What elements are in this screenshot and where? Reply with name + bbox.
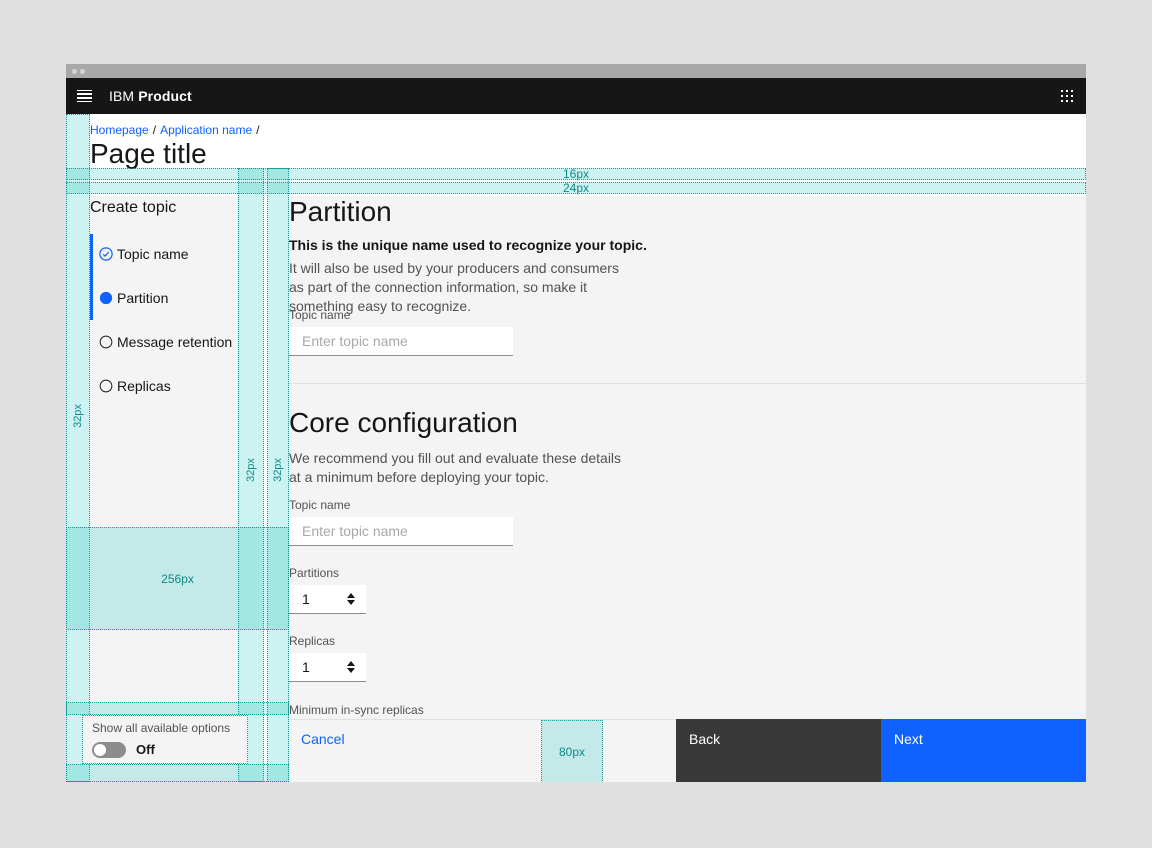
replicas-label: Replicas — [289, 634, 335, 648]
section-heading-core-configuration: Core configuration — [289, 407, 518, 439]
number-stepper[interactable] — [347, 593, 355, 605]
step-label: Topic name — [117, 246, 189, 262]
next-button[interactable]: Next — [881, 719, 1086, 782]
spec-gutter-left-32px: 32px — [66, 114, 90, 782]
decrement-icon[interactable] — [347, 668, 355, 673]
step-complete-icon — [99, 247, 113, 261]
core-body-text: We recommend you fill out and evaluate t… — [289, 449, 634, 487]
wizard-sidebar: Create topic Topic name Partition — [90, 196, 240, 782]
menu-icon[interactable] — [77, 90, 92, 103]
screen: IBM Product Homepage / Application name / P… — [0, 0, 1152, 848]
core-topic-name-input[interactable] — [289, 517, 513, 546]
partitions-label: Partitions — [289, 566, 339, 580]
topic-name-input[interactable] — [289, 327, 513, 356]
toggle-state-label: Off — [136, 742, 155, 757]
brand-product: Product — [138, 88, 192, 104]
breadcrumb-separator: / — [256, 123, 259, 137]
window-dot-icon — [72, 69, 77, 74]
progress-step-topic-name[interactable]: Topic name — [90, 232, 240, 276]
app-window: IBM Product Homepage / Application name / P… — [66, 64, 1086, 782]
page-title: Page title — [90, 138, 207, 170]
spec-label-16px: 16px — [563, 168, 589, 180]
step-current-icon — [99, 291, 113, 305]
progress-indicator: Topic name Partition Message retention — [90, 232, 240, 408]
progress-step-replicas[interactable]: Replicas — [90, 364, 240, 408]
spec-band-16px: 16px — [66, 168, 1086, 180]
action-bar: Cancel 80px Back Next — [288, 719, 1086, 782]
increment-icon[interactable] — [347, 593, 355, 598]
core-topic-name-label: Topic name — [289, 498, 350, 512]
increment-icon[interactable] — [347, 661, 355, 666]
step-label: Message retention — [117, 334, 232, 350]
app-switcher-icon[interactable] — [1061, 90, 1074, 103]
step-label: Replicas — [117, 378, 171, 394]
brand-title: IBM Product — [109, 88, 192, 104]
breadcrumb-separator: / — [153, 123, 156, 137]
spec-label-32px: 32px — [245, 458, 257, 482]
cancel-button[interactable]: Cancel — [301, 731, 345, 747]
spec-label-32px: 32px — [272, 458, 284, 482]
spec-gutter-right-32px: 32px — [267, 168, 289, 782]
wizard-title: Create topic — [90, 199, 240, 217]
progress-step-partition[interactable]: Partition — [90, 276, 240, 320]
brand-prefix: IBM — [109, 88, 134, 104]
toggle-knob — [94, 744, 106, 756]
breadcrumb-link-application[interactable]: Application name — [160, 123, 252, 137]
step-label: Partition — [117, 290, 168, 306]
topic-name-label: Topic name — [289, 308, 350, 322]
page-body: Homepage / Application name / Page title Cr… — [66, 114, 1086, 782]
step-incomplete-icon — [99, 335, 113, 349]
min-insync-replicas-label: Minimum in-sync replicas — [289, 703, 424, 717]
spec-label-32px: 32px — [72, 404, 84, 428]
show-options-box: Show all available options Off — [82, 715, 248, 764]
spec-label-80px: 80px — [559, 745, 585, 759]
spec-footer-height-annotation: 80px — [541, 720, 603, 782]
section-divider — [288, 383, 1086, 384]
breadcrumb: Homepage / Application name / — [90, 123, 263, 137]
back-button[interactable]: Back — [676, 719, 881, 782]
replicas-value: 1 — [289, 659, 347, 675]
show-options-toggle[interactable] — [92, 742, 126, 758]
partition-lead-text: This is the unique name used to recogniz… — [289, 237, 647, 253]
section-heading-partition: Partition — [289, 196, 392, 228]
progress-step-message-retention[interactable]: Message retention — [90, 320, 240, 364]
spec-gutter-mid-32px: 32px — [238, 168, 264, 782]
spec-label-24px: 24px — [563, 182, 589, 194]
step-incomplete-icon — [99, 379, 113, 393]
browser-chrome-bar — [66, 64, 1086, 78]
replicas-number-input[interactable]: 1 — [289, 653, 366, 682]
window-dot-icon — [80, 69, 85, 74]
main-content: Partition This is the unique name used t… — [288, 196, 1086, 719]
partitions-number-input[interactable]: 1 — [289, 585, 366, 614]
spec-band-24px: 24px — [66, 182, 1086, 194]
number-stepper[interactable] — [347, 661, 355, 673]
decrement-icon[interactable] — [347, 600, 355, 605]
app-header: IBM Product — [66, 78, 1086, 114]
breadcrumb-link-homepage[interactable]: Homepage — [90, 123, 149, 137]
cancel-area: Cancel 80px — [288, 719, 676, 782]
show-options-label: Show all available options — [92, 721, 230, 735]
partitions-value: 1 — [289, 591, 347, 607]
